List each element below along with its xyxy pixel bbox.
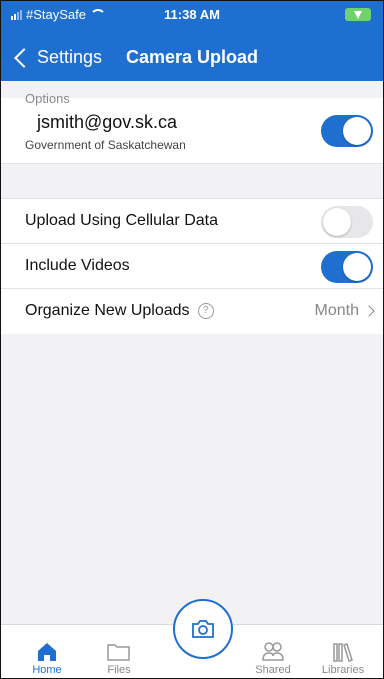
header: #StaySafe 11:38 AM Settings Camera Uploa… (1, 1, 383, 81)
tab-files[interactable]: Files (89, 641, 149, 676)
nav-bar: Settings Camera Upload (1, 39, 383, 79)
tab-shared[interactable]: Shared (243, 641, 303, 676)
account-row: jsmith@gov.sk.ca Government of Saskatche… (1, 98, 383, 164)
settings-list: jsmith@gov.sk.ca Government of Saskatche… (1, 81, 383, 334)
camera-upload-toggle[interactable] (321, 115, 373, 147)
chevron-right-icon (363, 305, 375, 317)
cellular-data-toggle[interactable] (321, 206, 373, 238)
tab-label: Libraries (321, 664, 365, 676)
setting-label: Include Videos (25, 257, 130, 274)
include-videos-row: Include Videos (1, 244, 383, 289)
camera-icon (192, 620, 214, 638)
setting-label: Organize New Uploads? (25, 302, 214, 320)
tab-label: Files (107, 664, 131, 676)
tab-label: Home (32, 664, 62, 676)
phone-screen: #StaySafe 11:38 AM Settings Camera Uploa… (0, 0, 384, 679)
toggle-knob (323, 208, 351, 236)
home-icon (38, 643, 56, 661)
options-section-header: Options (1, 91, 383, 199)
setting-label: Upload Using Cellular Data (25, 212, 218, 229)
account-organization: Government of Saskatchewan (25, 138, 186, 152)
toggle-knob (343, 117, 371, 145)
status-time: 11:38 AM (164, 7, 220, 22)
folder-icon (107, 644, 130, 661)
toggle-knob (343, 253, 371, 281)
status-bar: #StaySafe 11:38 AM (1, 1, 383, 31)
help-icon[interactable]: ? (197, 302, 214, 319)
tab-home[interactable]: Home (17, 641, 77, 676)
cellular-data-row: Upload Using Cellular Data (1, 199, 383, 244)
library-icon (333, 643, 353, 662)
selected-value: Month (314, 302, 359, 319)
camera-button[interactable] (173, 599, 233, 659)
account-email: jsmith@gov.sk.ca (37, 112, 177, 132)
tab-libraries[interactable]: Libraries (313, 641, 373, 676)
section-label: Options (25, 91, 70, 106)
organize-uploads-row[interactable]: Organize New Uploads? Month (1, 289, 383, 334)
include-videos-toggle[interactable] (321, 251, 373, 283)
organize-uploads-value[interactable]: Month (314, 302, 375, 320)
battery-icon (345, 8, 371, 21)
people-icon (262, 642, 284, 661)
page-title: Camera Upload (125, 47, 259, 67)
organize-uploads-label: Organize New Uploads (25, 302, 190, 319)
tab-label: Shared (255, 664, 291, 676)
